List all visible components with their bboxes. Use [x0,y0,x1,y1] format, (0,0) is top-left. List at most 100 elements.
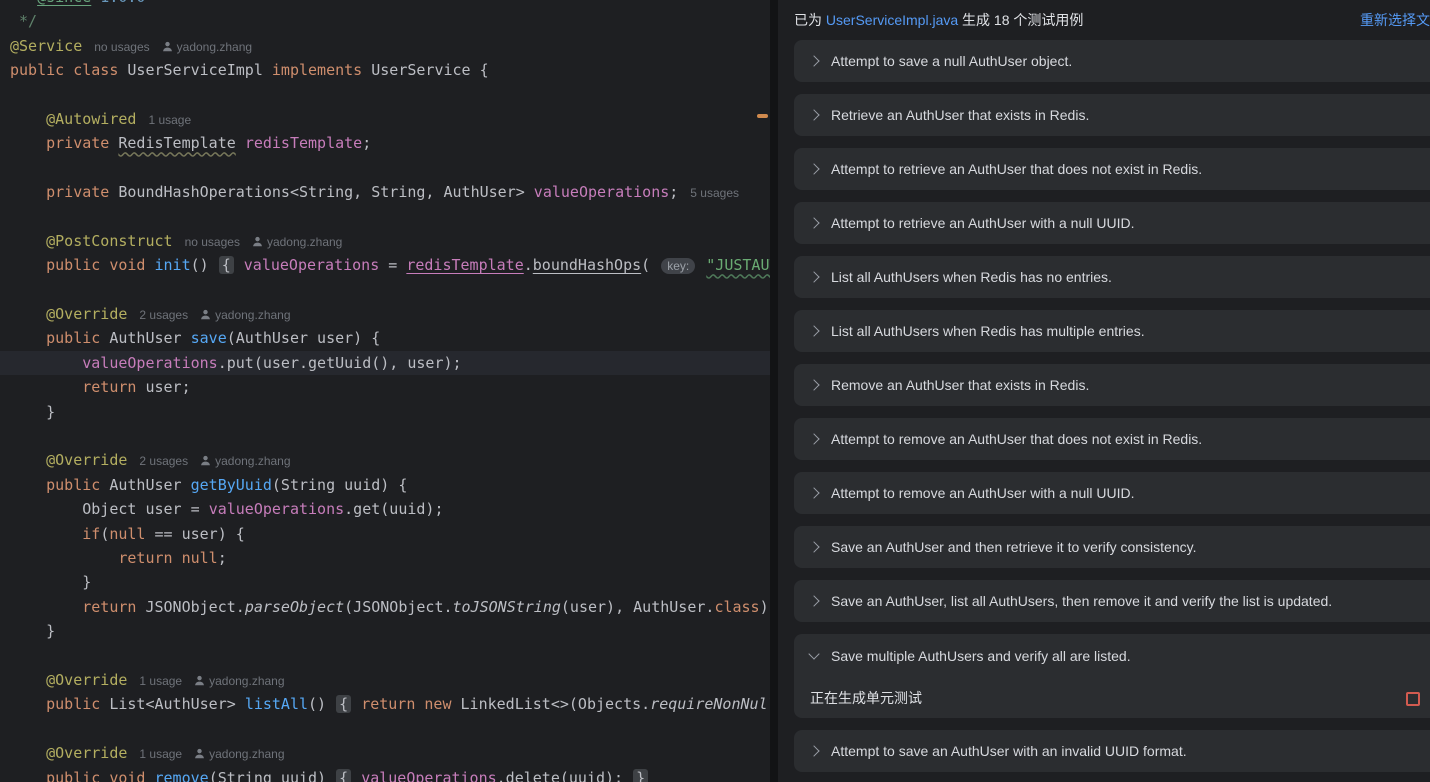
test-case-header[interactable]: Attempt to retrieve an AuthUser that doe… [794,148,1430,190]
file-link[interactable]: UserServiceImpl.java [826,12,958,28]
reselect-file-link[interactable]: 重新选择文件 [1360,0,1430,40]
test-case-header[interactable]: Attempt to save a null AuthUser object. [794,40,1430,82]
code-token: { [336,768,352,782]
code-token: null [109,524,146,543]
chevron-right-icon [808,595,820,607]
header-text-suffix: 生成 18 个测试用例 [958,12,1084,28]
usage-hint: 2 usages [139,454,189,469]
code-line[interactable]: public List<AuthUser> listAll() { return… [0,692,770,716]
test-case-header[interactable]: Attempt to remove an AuthUser that does … [794,418,1430,460]
code-token: boundHashOps [532,256,642,275]
code-line[interactable] [0,717,770,741]
test-case-card: Attempt to save an AuthUser with an inva… [794,730,1430,772]
code-token: UserService { [371,61,489,80]
code-line[interactable]: return null; [0,546,770,570]
test-case-header[interactable]: Save an AuthUser and then retrieve it to… [794,526,1430,568]
code-line[interactable]: } [0,400,770,424]
code-line[interactable]: @Override 2 usages yadong.zhang [0,302,770,326]
test-case-header[interactable]: Save multiple AuthUsers and verify all a… [794,634,1430,678]
code-line[interactable]: @Override 2 usages yadong.zhang [0,448,770,472]
code-line[interactable] [0,644,770,668]
code-token: @Autowired [46,109,137,128]
split-divider[interactable] [770,0,778,782]
code-token: valueOperations [361,768,497,782]
test-case-header[interactable]: Remove an AuthUser that exists in Redis. [794,364,1430,406]
code-line[interactable]: } [0,619,770,643]
test-case-label: Retrieve an AuthUser that exists in Redi… [831,107,1090,123]
code-line[interactable]: @Autowired 1 usage [0,107,770,131]
code-line[interactable]: @Override 1 usage yadong.zhang [0,741,770,765]
author-hint: yadong.zhang [200,308,291,322]
code-token: ; [362,134,372,153]
code-token: private [46,134,119,153]
code-token: init [154,256,191,275]
code-line[interactable]: @Service no usages yadong.zhang [0,34,770,58]
test-case-card: List all AuthUsers when Redis has multip… [794,310,1430,352]
code-line[interactable]: public AuthUser save(AuthUser user) { [0,326,770,350]
code-line[interactable]: return JSONObject.parseObject(JSONObject… [0,595,770,619]
test-case-card: Attempt to remove an AuthUser that does … [794,418,1430,460]
code-line[interactable] [0,205,770,229]
test-case-label: Attempt to save a null AuthUser object. [831,53,1073,69]
code-line[interactable]: public AuthUser getByUuid(String uuid) { [0,473,770,497]
test-case-header[interactable]: List all AuthUsers when Redis has multip… [794,310,1430,352]
code-token: ; [217,548,227,567]
code-line[interactable] [0,156,770,180]
code-line[interactable]: private RedisTemplate redisTemplate; [0,131,770,155]
test-case-card: Attempt to retrieve an AuthUser with a n… [794,202,1430,244]
code-line[interactable] [0,278,770,302]
panel-header: 已为 UserServiceImpl.java 生成 18 个测试用例 重新选择文… [778,0,1430,40]
test-case-label: Save an AuthUser and then retrieve it to… [831,539,1197,555]
code-token: valueOperations [533,183,670,202]
code-line[interactable] [0,424,770,448]
code-line-current[interactable]: valueOperations.put(user.getUuid(), user… [0,350,770,376]
code-line[interactable]: * @since 1.0.0 [0,0,770,9]
code-token: public [46,329,110,348]
code-line[interactable] [0,83,770,107]
code-token: listAll [244,695,309,714]
code-editor[interactable]: * @since 1.0.0 */ @Service no usages yadong… [0,0,770,782]
test-case-header[interactable]: Retrieve an AuthUser that exists in Redi… [794,94,1430,136]
person-icon [201,456,211,466]
code-line[interactable]: Object user = valueOperations.get(uuid); [0,497,770,521]
code-token: @Override [46,670,128,689]
test-case-header[interactable]: Attempt to retrieve an AuthUser with a n… [794,202,1430,244]
code-token: @Service [10,36,83,55]
code-token: * [10,0,37,6]
test-case-label: Attempt to remove an AuthUser that does … [831,431,1203,447]
test-case-header[interactable]: Save an AuthUser, list all AuthUsers, th… [794,580,1430,622]
code-token: public [46,475,110,494]
code-line[interactable]: @Override 1 usage yadong.zhang [0,668,770,692]
editor-scrollbar[interactable] [756,0,770,782]
code-token: requireNonNull [650,695,770,714]
code-line[interactable]: public void remove(String uuid) { valueO… [0,766,770,782]
code-line[interactable]: return user; [0,375,770,399]
code-line[interactable]: public class UserServiceImpl implements … [0,58,770,82]
code-line[interactable]: */ [0,9,770,33]
stop-icon[interactable] [1406,692,1420,706]
test-panel: 已为 UserServiceImpl.java 生成 18 个测试用例 重新选择文… [778,0,1430,782]
code-token: ( [100,524,110,543]
test-case-header[interactable]: Attempt to save an AuthUser with an inva… [794,730,1430,772]
test-case-label: Remove an AuthUser that exists in Redis. [831,377,1090,393]
code-token: () [190,256,218,275]
code-line[interactable]: @PostConstruct no usages yadong.zhang [0,229,770,253]
author-hint: yadong.zhang [200,454,291,468]
test-case-header[interactable]: List all AuthUsers when Redis has no ent… [794,256,1430,298]
code-token: private [46,183,119,202]
code-token: return [82,378,146,397]
test-case-header[interactable]: Attempt to remove an AuthUser with a nul… [794,472,1430,514]
code-line[interactable]: private BoundHashOperations<String, Stri… [0,180,770,204]
code-line[interactable]: } [0,570,770,594]
chevron-right-icon [808,745,820,757]
code-line[interactable]: public void init() { valueOperations = r… [0,253,770,277]
code-token: return null [118,548,218,567]
code-token: { [336,695,352,714]
code-token: LinkedList<>(Objects. [460,695,651,714]
code-line[interactable]: if(null == user) { [0,522,770,546]
code-token: @Override [46,451,128,470]
